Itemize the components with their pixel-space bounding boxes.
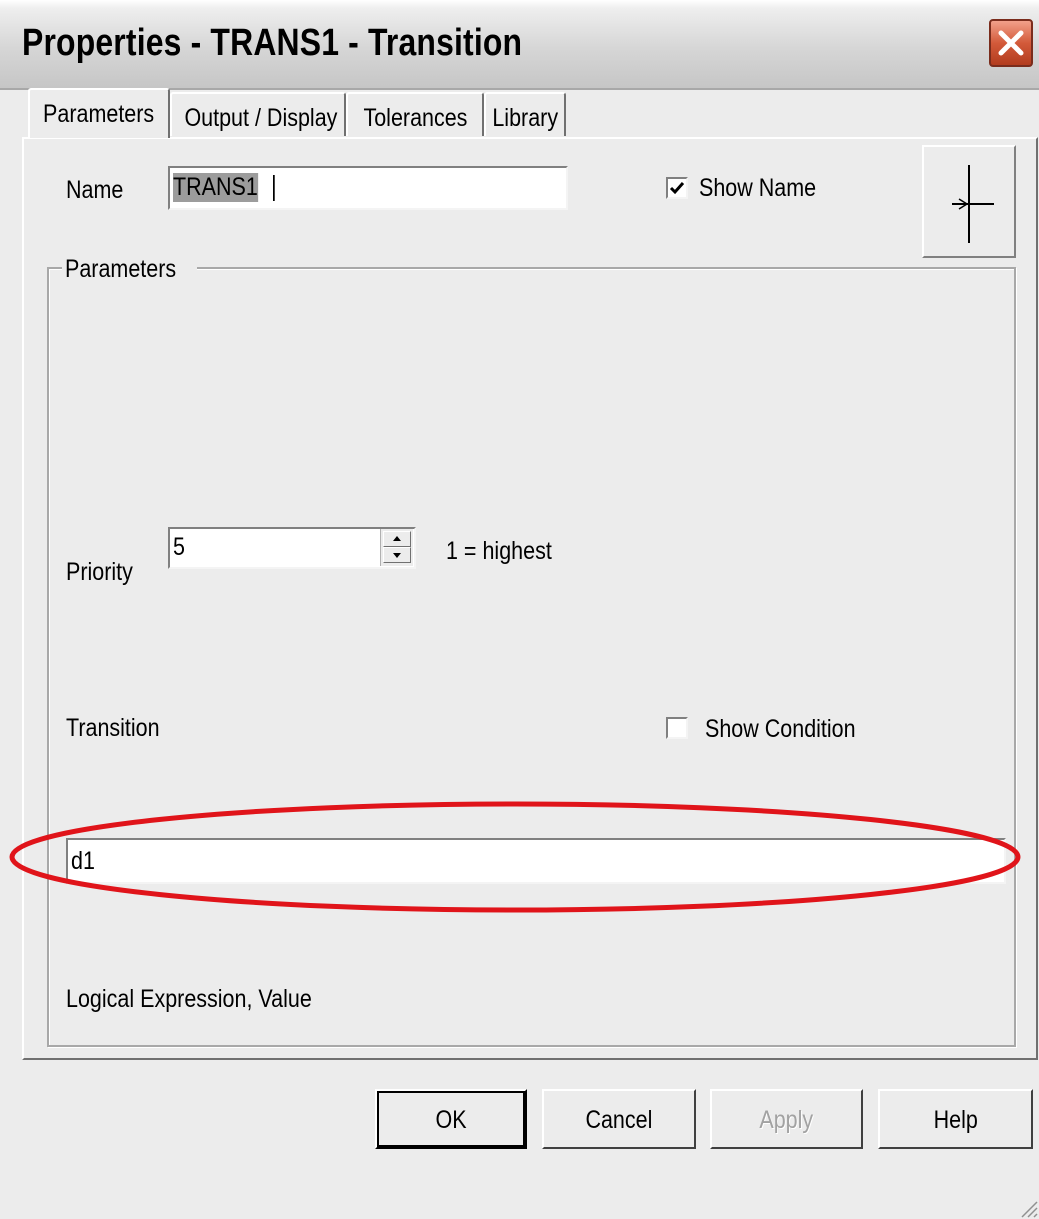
resize-grip-icon[interactable] [1018,1198,1038,1218]
apply-button[interactable]: Apply [710,1089,863,1149]
help-button[interactable]: Help [878,1089,1033,1149]
ok-button[interactable]: OK [375,1089,527,1149]
transition-caption: Logical Expression, Value [66,985,312,1013]
red-highlight-ellipse [9,801,1021,913]
cancel-button[interactable]: Cancel [542,1089,696,1149]
tab-parameters[interactable]: Parameters [28,88,170,138]
properties-dialog: Properties - TRANS1 - Transition Paramet… [0,0,1039,1219]
